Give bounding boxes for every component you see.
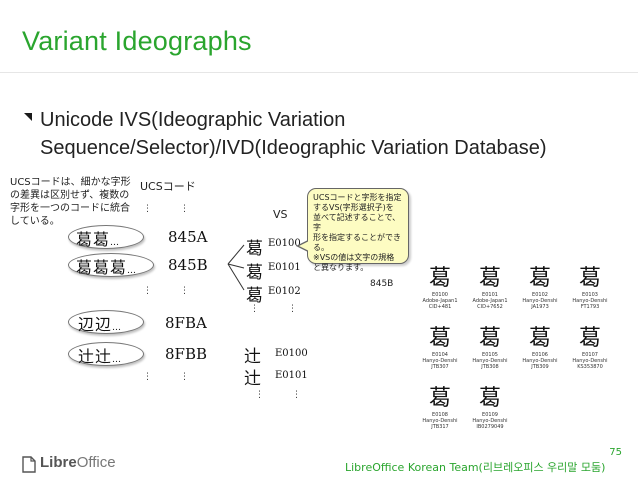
variant-glyph: 葛: [578, 326, 601, 351]
vs-code: E0101: [275, 370, 308, 381]
variant-glyph: 葛: [428, 326, 451, 351]
variant-id: JTB307: [431, 364, 449, 370]
vs-code: E0101: [268, 262, 301, 273]
vertical-dots-icon: ⋮: [143, 286, 154, 296]
callout-line: 形を指定することができる。: [313, 233, 401, 252]
vertical-dots-icon: ⋮: [143, 372, 154, 382]
variant-id: IB0279049: [476, 424, 504, 430]
variant-glyph-card: 葛 E0107 Hanyo-Denshi KS353870: [568, 326, 612, 370]
code-8fba: 8FBA: [165, 314, 207, 332]
code-845a: 845A: [168, 228, 208, 246]
variant-glyph-card: 葛 E0106 Hanyo-Denshi JTB309: [518, 326, 562, 370]
gallery-code-label: 845B: [370, 279, 394, 289]
vertical-dots-icon: ⋮: [288, 304, 299, 314]
vertical-dots-icon: ⋮: [180, 286, 191, 296]
variant-glyph: 葛: [578, 266, 601, 291]
vs-glyph: 葛: [246, 286, 263, 306]
vs-glyph: 辻: [244, 369, 261, 389]
variant-glyph-card: 葛 E0100 Adobe-Japan1 CID+481: [418, 266, 462, 310]
variant-id: JTB317: [431, 424, 449, 430]
variant-id: JTB308: [481, 364, 499, 370]
glyph-group-8fba: 辺辺…: [78, 311, 122, 335]
logo-wordmark: LibreOffice: [40, 454, 116, 471]
logo-word-light: Office: [76, 454, 116, 471]
footer-text: LibreOffice Korean Team(리브레오피스 우리말 모둠): [345, 461, 606, 474]
variant-glyph-card: 葛 E0101 Adobe-Japan1 CID+7652: [468, 266, 512, 310]
vertical-dots-icon: ⋮: [255, 390, 266, 400]
callout-line: 並べて記述することで、字: [313, 213, 401, 232]
variant-id: JA1973: [531, 304, 549, 310]
variant-glyph: 葛: [528, 266, 551, 291]
variant-glyph: 葛: [428, 386, 451, 411]
callout-line: ※VSの値は文字の規格: [313, 253, 395, 262]
vs-glyph: 葛: [246, 263, 263, 283]
vertical-dots-icon: ⋮: [292, 390, 303, 400]
glyph-text: 葛葛葛: [76, 258, 128, 277]
variant-id: CID+7652: [477, 304, 503, 310]
code-8fbb: 8FBB: [165, 345, 207, 363]
glyph-group-8fbb: 辻辻…: [78, 343, 122, 367]
variant-id: FT1793: [580, 304, 600, 310]
slide-number: 75: [609, 447, 622, 458]
variant-id: JTB309: [531, 364, 549, 370]
vs-code: E0102: [268, 286, 301, 297]
vs-glyph: 葛: [246, 239, 263, 259]
ellipsis-icon: …: [112, 323, 123, 333]
variant-glyph: 葛: [528, 326, 551, 351]
variant-glyph-card: 葛 E0109 Hanyo-Denshi IB0279049: [468, 386, 512, 430]
glyph-group-845a: 葛葛…: [76, 226, 120, 250]
variant-glyph: 葛: [428, 266, 451, 291]
callout-note: UCSコードと字形を指定 するVS(字形選択子)を 並べて記述することで、字 形…: [307, 188, 409, 272]
logo-word-bold: Libre: [40, 454, 77, 471]
callout-line: UCSコードと字形を指定: [313, 193, 402, 202]
glyph-text: 辺辺: [78, 315, 113, 334]
variant-id: CID+481: [428, 304, 452, 310]
ellipsis-icon: …: [127, 266, 138, 276]
libreoffice-logo: LibreOffice: [22, 454, 132, 476]
variant-glyph: 葛: [478, 386, 501, 411]
variant-glyph-card: 葛 E0103 Hanyo-Denshi FT1793: [568, 266, 612, 310]
variant-id: KS353870: [577, 364, 603, 370]
callout-line: するVS(字形選択子)を: [313, 203, 394, 212]
code-845b: 845B: [168, 256, 208, 274]
variant-glyph-card: 葛 E0102 Hanyo-Denshi JA1973: [518, 266, 562, 310]
glyph-text: 辻辻: [78, 347, 113, 366]
vertical-dots-icon: ⋮: [250, 304, 261, 314]
variant-glyph: 葛: [478, 326, 501, 351]
glyph-text: 葛葛: [76, 230, 111, 249]
variant-glyph-card: 葛 E0104 Hanyo-Denshi JTB307: [418, 326, 462, 370]
glyph-group-845b: 葛葛葛…: [76, 254, 137, 278]
vs-code: E0100: [275, 348, 308, 359]
callout-tail-fill: [299, 241, 309, 251]
variant-glyph-card: 葛 E0105 Hanyo-Denshi JTB308: [468, 326, 512, 370]
document-icon: [22, 456, 36, 473]
ellipsis-icon: …: [112, 355, 123, 365]
slide: Variant Ideographs Unicode IVS(Ideograph…: [0, 0, 638, 479]
ellipsis-icon: …: [110, 238, 121, 248]
variant-glyph-card: 葛 E0108 Hanyo-Denshi JTB317: [418, 386, 462, 430]
callout-line: と異なります。: [313, 263, 369, 272]
vertical-dots-icon: ⋮: [180, 372, 191, 382]
variant-glyph: 葛: [478, 266, 501, 291]
